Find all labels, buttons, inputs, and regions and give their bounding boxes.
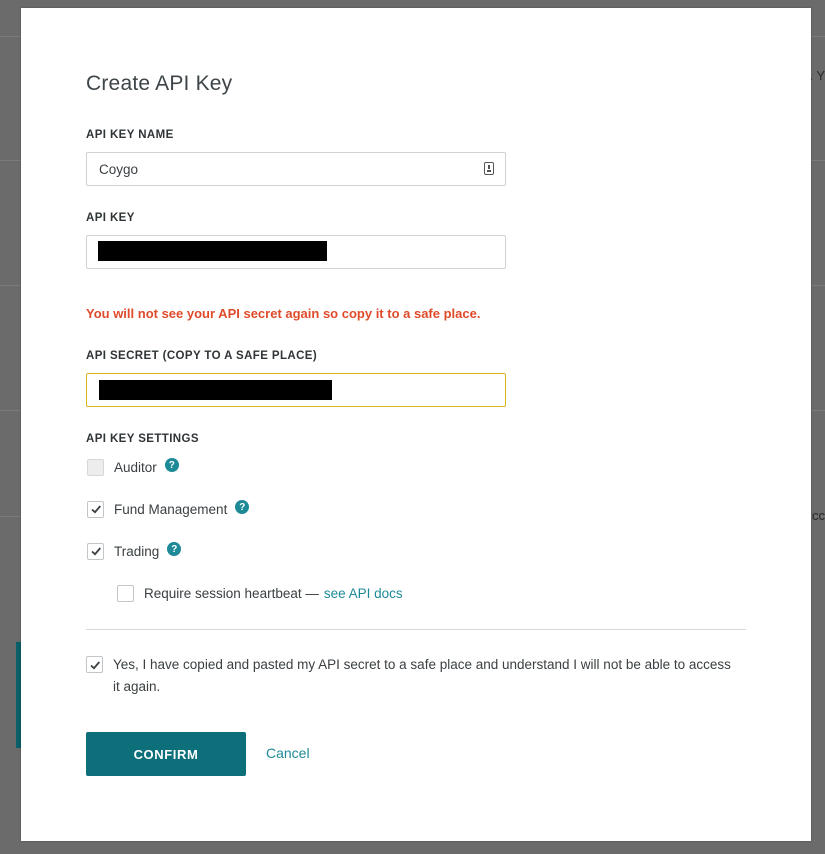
api-key-input[interactable] [86,235,506,269]
api-key-name-input[interactable]: Coygo [86,152,506,186]
redacted-api-secret [99,380,332,400]
api-key-name-label: API KEY NAME [86,129,174,141]
checkmark-icon [90,547,101,556]
fund-management-option[interactable]: Fund Management ? [87,499,250,519]
session-heartbeat-checkbox[interactable] [117,584,134,602]
checkmark-icon [89,660,100,669]
api-key-label: API KEY [86,212,135,224]
trading-checkbox[interactable] [87,542,104,560]
help-icon[interactable]: ? [164,458,179,472]
trading-label: Trading [114,543,160,559]
fund-management-label: Fund Management [114,501,228,517]
consent-option[interactable]: Yes, I have copied and pasted my API sec… [86,654,746,698]
background-text-fragment: . Y [809,68,825,83]
create-api-key-dialog: Create API Key API KEY NAME Coygo API KE… [21,8,811,841]
keychain-icon[interactable] [484,162,494,175]
divider [86,629,746,630]
confirm-button[interactable]: CONFIRM [86,732,246,776]
help-icon[interactable]: ? [235,500,250,514]
session-heartbeat-label: Require session heartbeat — [144,585,319,601]
api-key-name-value: Coygo [99,162,139,177]
api-secret-label: API SECRET (COPY TO A SAFE PLACE) [86,350,318,362]
secret-warning: You will not see your API secret again s… [86,306,481,321]
auditor-label: Auditor [114,459,157,475]
auditor-checkbox[interactable] [87,458,104,476]
redacted-api-key [98,241,327,261]
auditor-option[interactable]: Auditor ? [87,457,179,477]
dialog-title: Create API Key [86,72,233,95]
trading-option[interactable]: Trading ? [87,541,182,561]
session-heartbeat-option[interactable]: Require session heartbeat — see API docs [117,583,403,603]
background-text-fragment: cc [812,508,825,523]
api-docs-link[interactable]: see API docs [324,586,403,601]
consent-checkbox[interactable] [86,656,103,673]
fund-management-checkbox[interactable] [87,500,104,518]
checkmark-icon [90,505,101,514]
api-secret-input[interactable] [86,373,506,407]
help-icon[interactable]: ? [167,542,182,556]
api-key-settings-label: API KEY SETTINGS [86,433,199,445]
consent-text: Yes, I have copied and pasted my API sec… [113,657,731,694]
cancel-link[interactable]: Cancel [266,745,310,761]
